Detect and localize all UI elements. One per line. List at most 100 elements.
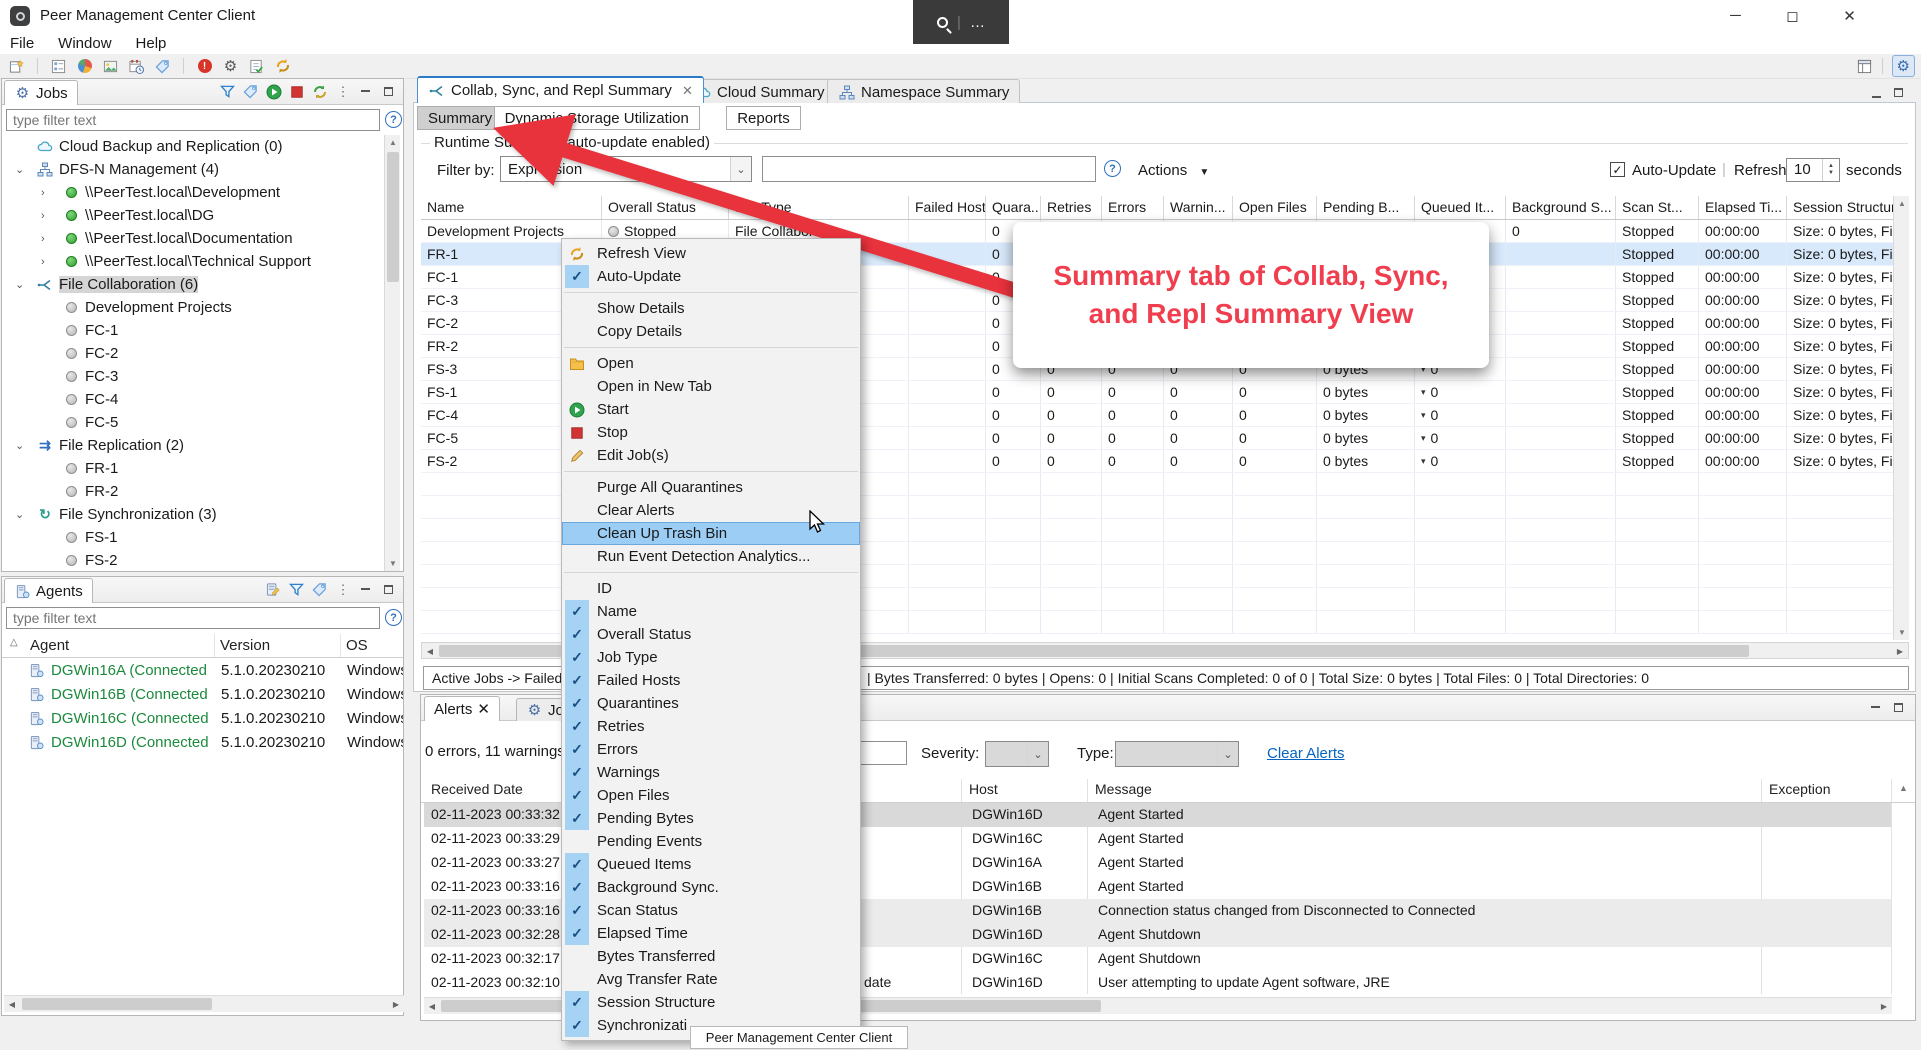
filter-by-combo[interactable]: Expression ⌄ xyxy=(500,156,752,182)
alerts-col-exception[interactable]: Exception xyxy=(1769,781,1830,797)
agents-filter-input[interactable] xyxy=(7,608,379,628)
tree-item[interactable]: ›\\PeerTest.local\Technical Support xyxy=(3,250,384,273)
menu-item-auto-update[interactable]: ✓Auto-Update xyxy=(562,265,860,288)
menu-item-session-structure[interactable]: ✓Session Structure xyxy=(562,991,860,1014)
chevron-down-icon[interactable]: ⌄ xyxy=(1027,742,1048,766)
menu-item-warnings[interactable]: ✓Warnings xyxy=(562,761,860,784)
alerts-col-message[interactable]: Message xyxy=(1095,781,1152,797)
col-elapsed[interactable]: Elapsed Ti... xyxy=(1699,196,1787,219)
menu-item-failed-hosts[interactable]: ✓Failed Hosts xyxy=(562,669,860,692)
col-scan[interactable]: Scan St... xyxy=(1616,196,1699,219)
expander-icon[interactable]: ⌄ xyxy=(15,278,24,291)
agents-hscrollbar[interactable]: ◀ ▶ xyxy=(4,995,404,1012)
refresh-interval-spinner[interactable]: 10 ▲▼ xyxy=(1786,158,1840,182)
type-combo[interactable]: ⌄ xyxy=(1115,741,1239,767)
menu-item-edit-job-s-[interactable]: Edit Job(s) xyxy=(562,444,860,467)
col-open_files[interactable]: Open Files xyxy=(1233,196,1317,219)
col-queued[interactable]: Queued It... xyxy=(1415,196,1506,219)
menu-item-overall-status[interactable]: ✓Overall Status xyxy=(562,623,860,646)
expander-icon[interactable]: › xyxy=(41,187,45,199)
col-pending[interactable]: Pending B... xyxy=(1317,196,1415,219)
close-icon[interactable]: ✕ xyxy=(682,83,693,99)
menu-item-open-files[interactable]: ✓Open Files xyxy=(562,784,860,807)
tree-item[interactable]: FC-2 xyxy=(3,342,384,365)
tab-agents[interactable]: Agents xyxy=(4,578,93,603)
menu-item-pending-events[interactable]: Pending Events xyxy=(562,830,860,853)
agent-row[interactable]: DGWin16A (Connected5.1.0.20230210Windows xyxy=(3,659,403,683)
tree-item[interactable]: ›\\PeerTest.local\Documentation xyxy=(3,227,384,250)
tree-item[interactable]: ⌄⇉File Replication (2) xyxy=(3,434,384,457)
filter-expression-box[interactable] xyxy=(762,156,1096,182)
scroll-up-icon[interactable]: ▲ xyxy=(1894,196,1910,211)
menu-item-bytes-transferred[interactable]: Bytes Transferred xyxy=(562,945,860,968)
update-agent-icon[interactable] xyxy=(265,581,282,598)
agent-row[interactable]: DGWin16B (Connected5.1.0.20230210Windows xyxy=(3,683,403,707)
minimize-icon[interactable] xyxy=(1867,699,1884,716)
col-warnings[interactable]: Warnin... xyxy=(1164,196,1233,219)
menu-item-run-event-detection-analytics-[interactable]: Run Event Detection Analytics... xyxy=(562,545,860,568)
expander-icon[interactable]: › xyxy=(41,256,45,268)
close-icon[interactable]: ✕ xyxy=(477,700,490,718)
agent-row[interactable]: DGWin16C (Connected5.1.0.20230210Windows xyxy=(3,707,403,731)
menu-item-start[interactable]: Start xyxy=(562,398,860,421)
menu-item-avg-transfer-rate[interactable]: Avg Transfer Rate xyxy=(562,968,860,991)
severity-combo[interactable]: ⌄ xyxy=(985,741,1049,767)
tree-item[interactable]: FS-2 xyxy=(3,549,384,571)
clear-alerts-link[interactable]: Clear Alerts xyxy=(1267,745,1345,762)
agents-col-agent[interactable]: Agent xyxy=(30,637,69,654)
filter-icon[interactable] xyxy=(288,581,305,598)
tab-alerts[interactable]: Alerts ✕ xyxy=(424,696,500,721)
minimize-icon[interactable] xyxy=(357,581,374,598)
scroll-up-icon[interactable]: ▲ xyxy=(385,135,401,150)
menu-item-copy-details[interactable]: Copy Details xyxy=(562,320,860,343)
maximize-icon[interactable] xyxy=(380,581,397,598)
expander-icon[interactable]: › xyxy=(41,233,45,245)
tree-item[interactable]: ⌄↻File Synchronization (3) xyxy=(3,503,384,526)
tree-item[interactable]: FS-1 xyxy=(3,526,384,549)
menu-item-scan-status[interactable]: ✓Scan Status xyxy=(562,899,860,922)
menu-item-open-in-new-tab[interactable]: Open in New Tab xyxy=(562,375,860,398)
col-failed[interactable]: Failed Hosts xyxy=(909,196,986,219)
jobs-tree-scrollbar[interactable]: ▲ ▼ xyxy=(384,135,400,571)
auto-update-checkbox[interactable]: ✓ xyxy=(1610,162,1625,177)
tag-icon[interactable] xyxy=(311,581,328,598)
scroll-left-icon[interactable]: ◀ xyxy=(424,998,440,1014)
tree-item[interactable]: Development Projects xyxy=(3,296,384,319)
agents-filter-box[interactable] xyxy=(6,607,380,629)
col-retries[interactable]: Retries xyxy=(1041,196,1102,219)
chevron-down-icon[interactable]: ⌄ xyxy=(1217,742,1238,766)
menu-item-pending-bytes[interactable]: ✓Pending Bytes xyxy=(562,807,860,830)
subtab-reports[interactable]: Reports xyxy=(726,106,801,130)
expander-icon[interactable]: ⌄ xyxy=(15,508,24,521)
summary-table-header[interactable]: NameOverall StatusJob TypeFailed HostsQu… xyxy=(421,196,1893,220)
menu-item-open[interactable]: Open xyxy=(562,352,860,375)
tree-item[interactable]: FC-1 xyxy=(3,319,384,342)
menu-item-retries[interactable]: ✓Retries xyxy=(562,715,860,738)
menu-item-background-sync-[interactable]: ✓Background Sync. xyxy=(562,876,860,899)
more-icon[interactable]: … xyxy=(970,14,985,31)
menu-item-purge-all-quarantines[interactable]: Purge All Quarantines xyxy=(562,476,860,499)
col-errors[interactable]: Errors xyxy=(1102,196,1164,219)
subtab-summary[interactable]: Summary xyxy=(417,106,503,130)
expander-icon[interactable]: ⌄ xyxy=(15,163,24,176)
subtab-dynamic-storage-utilization[interactable]: Dynamic Storage Utilization xyxy=(494,106,700,130)
editor-tab-collab-sync-repl-summary[interactable]: Collab, Sync, and Repl Summary✕ xyxy=(417,76,704,103)
scroll-up-icon[interactable]: ▲ xyxy=(1899,783,1908,793)
menu-item-elapsed-time[interactable]: ✓Elapsed Time xyxy=(562,922,860,945)
scroll-left-icon[interactable]: ◀ xyxy=(422,643,438,659)
scroll-down-icon[interactable]: ▼ xyxy=(385,556,401,571)
tree-item[interactable]: ›\\PeerTest.local\DG xyxy=(3,204,384,227)
scrollbar-thumb[interactable] xyxy=(387,152,399,282)
tree-item[interactable]: ›\\PeerTest.local\Development xyxy=(3,181,384,204)
menu-item-id[interactable]: ID xyxy=(562,577,860,600)
agents-table-header[interactable]: △ Agent Version OS xyxy=(2,634,403,658)
tree-item[interactable]: ⌄DFS-N Management (4) xyxy=(3,158,384,181)
menu-item-name[interactable]: ✓Name xyxy=(562,600,860,623)
col-status[interactable]: Overall Status xyxy=(602,196,729,219)
view-menu-icon[interactable]: ⋮ xyxy=(334,581,351,598)
tree-item[interactable]: FC-3 xyxy=(3,365,384,388)
col-job_type[interactable]: Job Type xyxy=(729,196,909,219)
menu-item-errors[interactable]: ✓Errors xyxy=(562,738,860,761)
alerts-col-host[interactable]: Host xyxy=(969,781,998,797)
tree-item[interactable]: FR-2 xyxy=(3,480,384,503)
